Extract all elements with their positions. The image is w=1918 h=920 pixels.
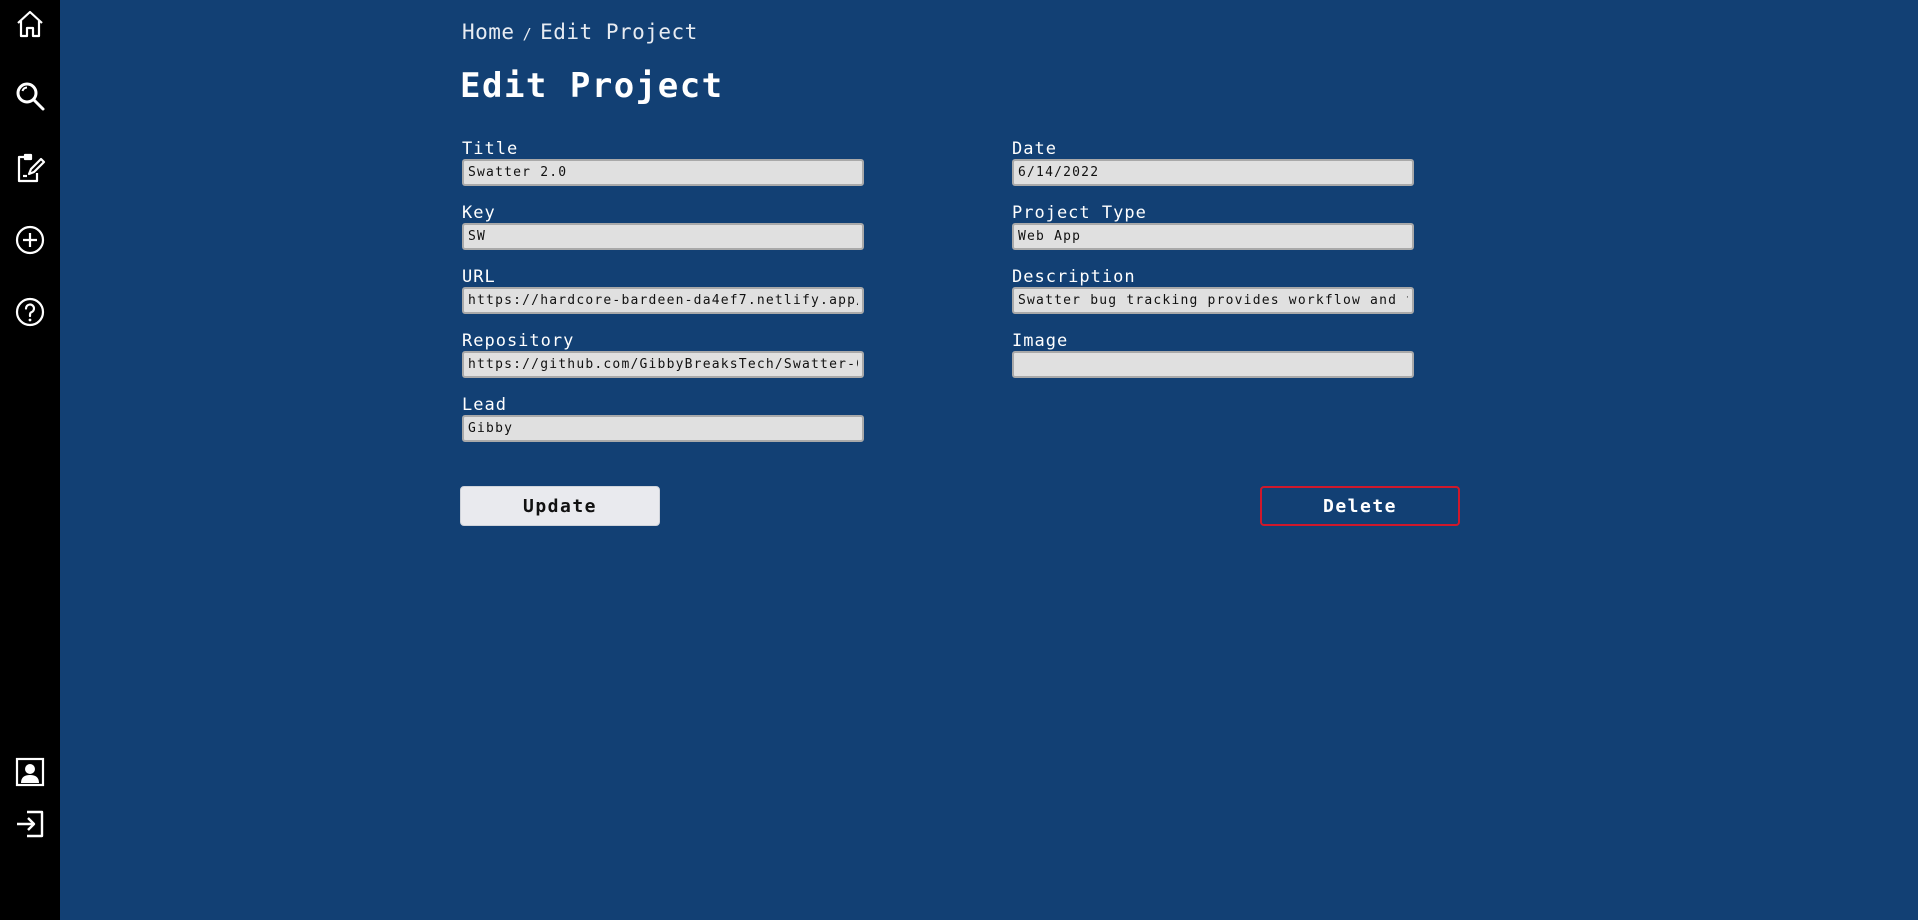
project-type-label: Project Type bbox=[1012, 203, 1147, 223]
add-circle-icon[interactable] bbox=[12, 222, 48, 258]
date-label: Date bbox=[1012, 139, 1057, 159]
home-icon[interactable] bbox=[12, 6, 48, 42]
lead-input[interactable] bbox=[462, 415, 864, 442]
breadcrumb: Home / Edit Project bbox=[462, 20, 698, 44]
key-label: Key bbox=[462, 203, 496, 223]
description-field-group: Description bbox=[1012, 267, 1414, 314]
url-field-group: URL bbox=[462, 267, 864, 314]
date-input[interactable] bbox=[1012, 159, 1414, 186]
profile-icon[interactable] bbox=[12, 754, 48, 790]
delete-button[interactable]: Delete bbox=[1260, 486, 1460, 526]
repository-field-group: Repository bbox=[462, 331, 864, 378]
repository-input[interactable] bbox=[462, 351, 864, 378]
image-input[interactable] bbox=[1012, 351, 1414, 378]
update-button[interactable]: Update bbox=[460, 486, 660, 526]
title-label: Title bbox=[462, 139, 519, 159]
title-input[interactable] bbox=[462, 159, 864, 186]
repository-label: Repository bbox=[462, 331, 575, 351]
key-field-group: Key bbox=[462, 203, 864, 250]
clipboard-edit-icon[interactable] bbox=[12, 150, 48, 186]
search-icon[interactable] bbox=[12, 78, 48, 114]
image-label: Image bbox=[1012, 331, 1069, 351]
url-input[interactable] bbox=[462, 287, 864, 314]
breadcrumb-home-link[interactable]: Home bbox=[462, 20, 515, 44]
url-label: URL bbox=[462, 267, 496, 287]
breadcrumb-current: Edit Project bbox=[540, 20, 698, 44]
lead-label: Lead bbox=[462, 395, 507, 415]
project-type-field-group: Project Type bbox=[1012, 203, 1414, 250]
description-label: Description bbox=[1012, 267, 1136, 287]
breadcrumb-separator: / bbox=[522, 25, 533, 43]
image-field-group: Image bbox=[1012, 331, 1414, 378]
sidebar bbox=[0, 0, 60, 920]
date-field-group: Date bbox=[1012, 139, 1414, 186]
project-type-input[interactable] bbox=[1012, 223, 1414, 250]
description-input[interactable] bbox=[1012, 287, 1414, 314]
lead-field-group: Lead bbox=[462, 395, 864, 442]
sign-in-icon[interactable] bbox=[12, 806, 48, 842]
help-icon[interactable] bbox=[12, 294, 48, 330]
page-title: Edit Project bbox=[460, 66, 724, 106]
key-input[interactable] bbox=[462, 223, 864, 250]
title-field-group: Title bbox=[462, 139, 864, 186]
